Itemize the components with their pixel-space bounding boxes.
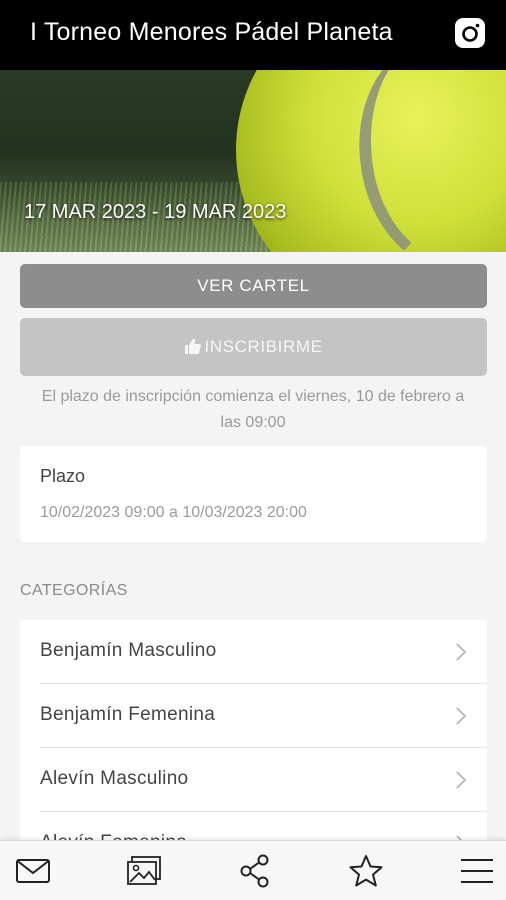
plazo-card: Plazo 10/02/2023 09:00 a 10/03/2023 20:0… [20, 446, 487, 542]
categories-list: Benjamín Masculino Benjamín Femenina Ale… [20, 620, 487, 870]
category-item[interactable]: Benjamín Masculino [20, 620, 487, 684]
plazo-label: Plazo [40, 466, 86, 486]
chevron-right-icon [456, 771, 467, 789]
share-icon[interactable] [237, 854, 273, 888]
inscribirme-label: INSCRIBIRME [204, 337, 323, 356]
hero-image: 17 MAR 2023 - 19 MAR 2023 [0, 70, 506, 252]
chevron-right-icon [456, 707, 467, 725]
inscribirme-button[interactable]: INSCRIBIRME [20, 318, 487, 376]
category-item[interactable]: Alevín Masculino [20, 748, 487, 812]
top-bar: I Torneo Menores Pádel Planeta [0, 0, 506, 70]
menu-icon[interactable] [459, 854, 495, 888]
event-dates: 17 MAR 2023 - 19 MAR 2023 [24, 201, 287, 223]
ver-cartel-button[interactable]: VER CARTEL [20, 264, 487, 308]
plazo-value: 10/02/2023 09:00 a 10/03/2023 20:00 [40, 504, 307, 521]
category-item[interactable]: Benjamín Femenina [20, 684, 487, 748]
category-label: Alevín Masculino [40, 768, 189, 789]
categories-title: CATEGORÍAS [20, 582, 128, 599]
star-icon[interactable] [348, 854, 384, 888]
gallery-icon[interactable] [126, 854, 162, 888]
registration-notice: El plazo de inscripción comienza el vier… [41, 388, 465, 431]
category-label: Benjamín Masculino [40, 640, 217, 661]
chevron-right-icon [456, 643, 467, 661]
page-title: I Torneo Menores Pádel Planeta [30, 18, 393, 46]
thumbs-up-icon [185, 338, 202, 354]
mail-icon[interactable] [15, 854, 51, 888]
category-label: Benjamín Femenina [40, 704, 216, 725]
instagram-icon[interactable] [454, 17, 486, 49]
bottom-nav [0, 840, 506, 900]
